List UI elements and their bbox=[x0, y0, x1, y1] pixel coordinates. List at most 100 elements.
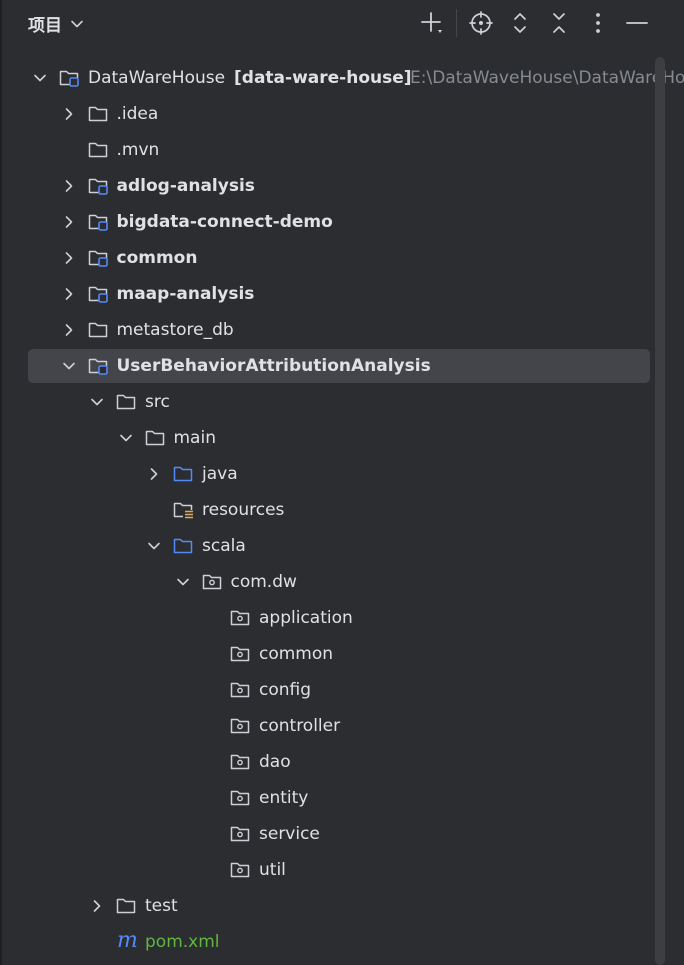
package-icon bbox=[229, 751, 253, 773]
project-view-selector[interactable]: 项目 bbox=[28, 10, 84, 36]
tree-row[interactable]: m pom.xml bbox=[0, 925, 654, 961]
chevron-right-icon[interactable] bbox=[146, 466, 162, 482]
expand-all-icon[interactable] bbox=[506, 9, 534, 37]
tree-item-label: test bbox=[145, 896, 178, 916]
tree-row[interactable]: config bbox=[0, 673, 654, 709]
tree-row[interactable]: metastore_db bbox=[0, 313, 654, 349]
tree-item-label: dao bbox=[259, 752, 291, 772]
tree-row[interactable]: UserBehaviorAttributionAnalysis bbox=[0, 349, 654, 385]
tree-item-label: .idea bbox=[116, 104, 159, 124]
tree-item-label: config bbox=[259, 680, 312, 700]
tree-row[interactable]: application bbox=[0, 601, 654, 637]
package-icon bbox=[229, 679, 253, 701]
tree-item-label: entity bbox=[259, 788, 309, 808]
toolbar-separator bbox=[456, 9, 457, 37]
folder-icon bbox=[144, 427, 168, 449]
chevron-right-icon[interactable] bbox=[61, 106, 77, 122]
tree-item-label: com.dw bbox=[230, 572, 297, 592]
package-icon bbox=[229, 859, 253, 881]
tree-item-label: scala bbox=[202, 536, 246, 556]
source-folder-icon bbox=[172, 463, 196, 485]
tree-item-label: pom.xml bbox=[145, 932, 220, 952]
folder-icon bbox=[87, 319, 111, 341]
tree-row[interactable]: scala bbox=[0, 529, 654, 565]
chevron-right-icon[interactable] bbox=[61, 286, 77, 302]
tree-row[interactable]: .mvn bbox=[0, 133, 654, 169]
project-path: E:\DataWaveHouse\DataWareHouse bbox=[410, 68, 684, 88]
chevron-down-icon[interactable] bbox=[146, 538, 162, 554]
chevron-right-icon[interactable] bbox=[89, 898, 105, 914]
folder-icon bbox=[87, 139, 111, 161]
folder-icon bbox=[115, 895, 139, 917]
tree-row[interactable]: dao bbox=[0, 745, 654, 781]
tree-row[interactable]: common bbox=[0, 637, 654, 673]
tree-item-label: adlog-analysis bbox=[116, 176, 255, 196]
tree-item-label: UserBehaviorAttributionAnalysis bbox=[116, 356, 431, 376]
chevron-right-icon[interactable] bbox=[61, 250, 77, 266]
package-icon bbox=[229, 607, 253, 629]
chevron-down-icon[interactable] bbox=[32, 70, 48, 86]
tool-window-header: 项目 bbox=[0, 0, 684, 46]
tree-row[interactable]: java bbox=[0, 457, 654, 493]
tree-row[interactable]: test bbox=[0, 889, 654, 925]
tree-item-label: application bbox=[259, 608, 353, 628]
tree-item-label: util bbox=[259, 860, 286, 880]
package-icon bbox=[201, 571, 225, 593]
tree-row[interactable]: src bbox=[0, 385, 654, 421]
tree-item-label: .mvn bbox=[116, 140, 160, 160]
tree-row[interactable]: bigdata-connect-demo bbox=[0, 205, 654, 241]
tree-row[interactable]: .idea bbox=[0, 97, 654, 133]
module-folder-icon bbox=[87, 283, 111, 305]
chevron-right-icon[interactable] bbox=[61, 178, 77, 194]
tree-item-label: java bbox=[202, 464, 238, 484]
tree-item-label: controller bbox=[259, 716, 341, 736]
chevron-down-icon[interactable] bbox=[89, 394, 105, 410]
more-icon[interactable] bbox=[584, 9, 612, 37]
chevron-down-icon[interactable] bbox=[175, 574, 191, 590]
tree-item-label: maap-analysis bbox=[116, 284, 255, 304]
tree-row[interactable]: main bbox=[0, 421, 654, 457]
package-icon bbox=[229, 643, 253, 665]
chevron-down-icon[interactable] bbox=[118, 430, 134, 446]
module-folder-icon bbox=[87, 355, 111, 377]
folder-icon bbox=[115, 391, 139, 413]
package-icon bbox=[229, 715, 253, 737]
resources-folder-icon bbox=[172, 499, 196, 521]
hide-icon[interactable] bbox=[623, 9, 651, 37]
collapse-all-icon[interactable] bbox=[545, 9, 573, 37]
tree-item-label: src bbox=[145, 392, 170, 412]
tree-item-label: bigdata-connect-demo bbox=[116, 212, 333, 232]
module-folder-icon bbox=[87, 175, 111, 197]
tree-row[interactable]: com.dw bbox=[0, 565, 654, 601]
tool-window-title: 项目 bbox=[28, 15, 62, 36]
tree-item-label: common bbox=[259, 644, 334, 664]
tree-root-row[interactable]: DataWareHouse [data-ware-house] E:\DataWav… bbox=[0, 61, 684, 97]
tree-item-label: service bbox=[259, 824, 320, 844]
module-name: [data-ware-house] bbox=[234, 68, 412, 88]
module-folder-icon bbox=[87, 247, 111, 269]
tree-row[interactable]: common bbox=[0, 241, 654, 277]
tree-item-label: metastore_db bbox=[116, 320, 234, 340]
tree-row[interactable]: service bbox=[0, 817, 654, 853]
maven-icon: m bbox=[117, 928, 138, 953]
tree-item-label: main bbox=[173, 428, 216, 448]
vertical-scrollbar[interactable] bbox=[655, 57, 665, 965]
module-folder-icon bbox=[87, 211, 111, 233]
tree-row[interactable]: adlog-analysis bbox=[0, 169, 654, 205]
package-icon bbox=[229, 787, 253, 809]
tree-row[interactable]: maap-analysis bbox=[0, 277, 654, 313]
tree-row[interactable]: resources bbox=[0, 493, 654, 529]
tree-item-label: common bbox=[116, 248, 198, 268]
tree-row[interactable]: controller bbox=[0, 709, 654, 745]
chevron-down-icon bbox=[70, 16, 84, 30]
module-folder-icon bbox=[58, 67, 82, 89]
locate-icon[interactable] bbox=[467, 9, 495, 37]
project-tree[interactable]: DataWareHouse [data-ware-house] E:\DataWav… bbox=[0, 61, 684, 961]
tree-row[interactable]: util bbox=[0, 853, 654, 889]
tree-item-label: resources bbox=[202, 500, 285, 520]
chevron-right-icon[interactable] bbox=[61, 322, 77, 338]
add-icon[interactable] bbox=[418, 9, 446, 37]
chevron-down-icon[interactable] bbox=[61, 358, 77, 374]
chevron-right-icon[interactable] bbox=[61, 214, 77, 230]
tree-row[interactable]: entity bbox=[0, 781, 654, 817]
